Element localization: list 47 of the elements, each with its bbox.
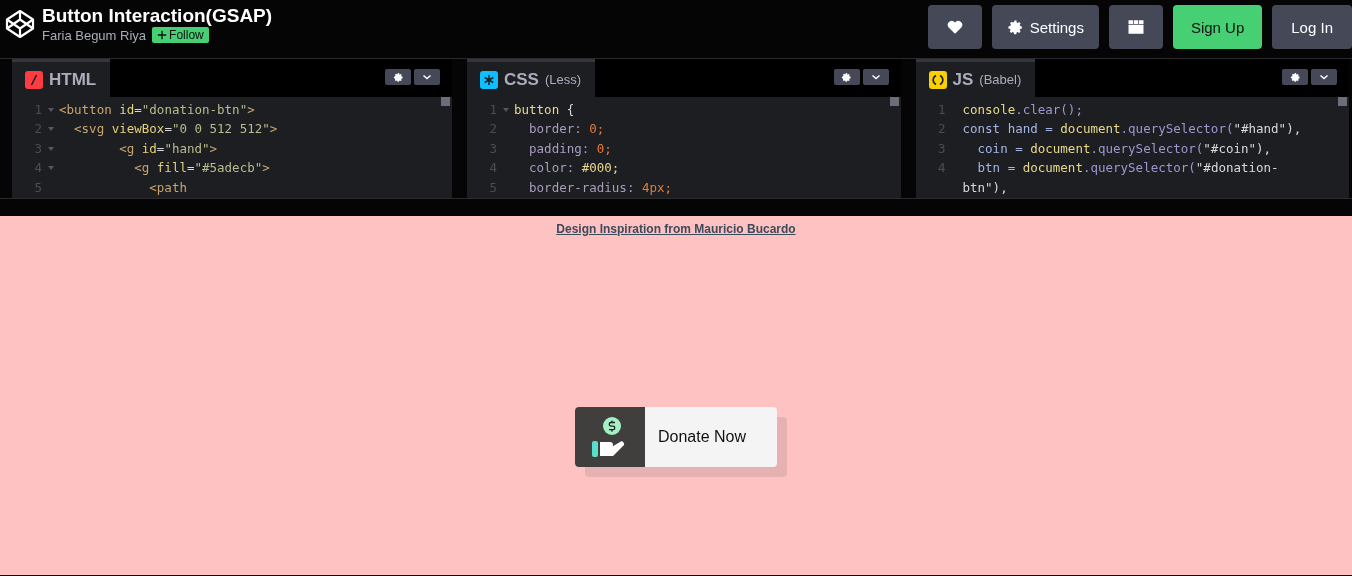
inspiration-link[interactable]: Design Inspiration from Mauricio Bucardo (556, 222, 796, 236)
code-line: coin = document.querySelector("#coin"), (976, 139, 1272, 158)
author-name[interactable]: Faria Begum Riya (42, 27, 147, 43)
code-line: color: #000; (528, 159, 620, 178)
code-line: console.clear(); (962, 101, 1083, 119)
js-badge-icon (928, 70, 947, 89)
settings-icon (841, 71, 852, 83)
code-line: padding: 0; (528, 139, 612, 158)
settings-button[interactable]: Settings (991, 5, 1099, 49)
collapse-button[interactable] (414, 69, 440, 85)
collapse-button[interactable] (862, 69, 889, 85)
code-line: const hand = document.querySelector("#hand"), (962, 120, 1302, 139)
code-line: <g fill="#5adecb"> (133, 159, 270, 178)
layout-icon (1126, 18, 1145, 36)
code-line: <path (148, 178, 187, 197)
editor-tab[interactable]: HTML (12, 59, 111, 97)
collapse-button[interactable] (1311, 69, 1337, 85)
settings-button[interactable] (385, 69, 411, 85)
settings-icon (392, 71, 404, 83)
code-line: <svg viewBox="0 0 512 512"> (73, 120, 278, 139)
plus-icon (157, 30, 168, 40)
code-line: btn = document.querySelector("#donation- (976, 159, 1279, 178)
settings-button[interactable] (1282, 69, 1308, 85)
editor-tab[interactable]: JS (Babel) (915, 59, 1036, 97)
heart-button[interactable] (927, 5, 982, 49)
code-line: button { (514, 101, 575, 119)
sign-up-button[interactable]: Sign Up (1172, 5, 1263, 49)
scrollbar-thumb[interactable] (1338, 97, 1347, 106)
pen-title: Button Interaction(GSAP) (42, 5, 274, 27)
settings-icon (1006, 18, 1024, 36)
layout-button[interactable] (1108, 5, 1163, 49)
scrollbar-thumb[interactable] (441, 97, 450, 106)
settings-button[interactable] (833, 69, 860, 85)
code-line: <g id="hand"> (118, 139, 218, 158)
heart-icon (945, 18, 964, 36)
settings-icon (1289, 71, 1301, 83)
code-line: border-radius: 4px; (528, 178, 673, 197)
code-line: border: 0; (528, 120, 605, 139)
code-line: btn"), (962, 178, 1008, 197)
editor-tab[interactable]: CSS (Less) (467, 59, 596, 97)
code-line: <button id="donation-btn"> (59, 101, 255, 119)
css-badge-icon (480, 70, 498, 89)
log-in-button[interactable]: Log In (1272, 5, 1352, 49)
html-badge-icon (25, 70, 43, 89)
follow-button[interactable]: Follow (152, 27, 209, 43)
codepen-cube-logo (4, 8, 36, 40)
scrollbar-thumb[interactable] (889, 97, 899, 106)
